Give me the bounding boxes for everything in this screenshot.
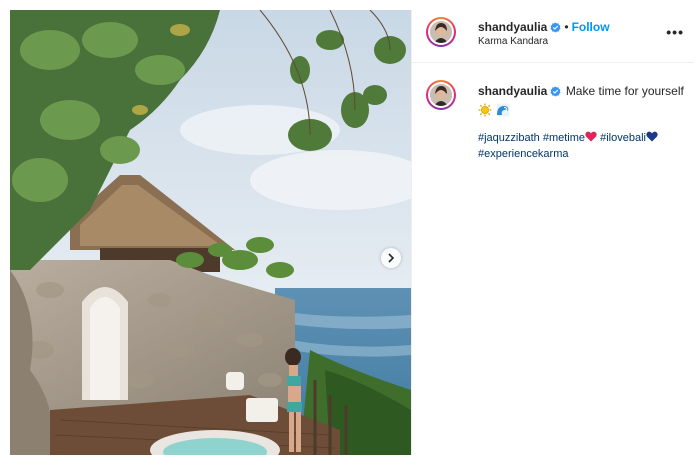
verified-badge-icon	[550, 85, 561, 101]
hashtag-link[interactable]: #jaquzzibath	[478, 132, 540, 144]
verified-badge-icon	[550, 20, 561, 38]
hashtag-link[interactable]: #experiencekarma	[478, 148, 569, 160]
photo-scene	[10, 10, 411, 455]
location-link[interactable]: Karma Kandara	[478, 36, 548, 47]
blue-heart-emoji	[646, 131, 658, 142]
caption-avatar[interactable]	[426, 80, 456, 110]
avatar[interactable]	[426, 17, 456, 47]
chevron-right-icon	[388, 253, 395, 263]
hashtag-link[interactable]: #metime	[543, 132, 585, 144]
caption-username-link[interactable]: shandyaulia	[478, 84, 547, 98]
red-heart-emoji	[585, 131, 597, 142]
caption-text: Make time for yourself	[565, 84, 684, 98]
caption-emojis	[478, 103, 693, 121]
instagram-post: shandyaulia • Follow Karma Kandara ••• sha…	[10, 10, 694, 455]
username-link[interactable]: shandyaulia	[478, 20, 547, 34]
post-header: shandyaulia • Follow Karma Kandara •••	[412, 10, 694, 63]
next-photo-button[interactable]	[381, 248, 401, 268]
caption-avatar-image	[430, 84, 452, 106]
follow-button[interactable]: Follow	[572, 20, 610, 34]
caption: shandyaulia Make time for yourself	[478, 83, 693, 121]
more-options-icon[interactable]: •••	[666, 24, 684, 40]
header-line: shandyaulia • Follow	[478, 18, 610, 38]
post-photo[interactable]	[10, 10, 411, 455]
hashtag-link[interactable]: #ilovebali	[600, 132, 646, 144]
avatar-image	[430, 21, 452, 43]
wave-emoji	[496, 103, 510, 117]
hashtag-list: #jaquzzibath #metime #ilovebali #experie…	[478, 130, 688, 162]
post-side-panel: shandyaulia • Follow Karma Kandara ••• sha…	[411, 10, 694, 455]
separator-dot: •	[564, 20, 569, 34]
sun-emoji	[478, 103, 492, 117]
